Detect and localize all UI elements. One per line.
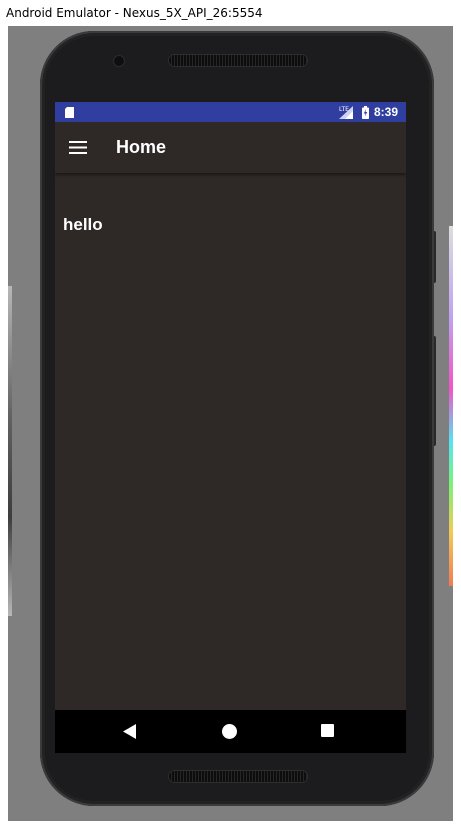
device-screen: LTE 8:39 Home hello (55, 102, 406, 753)
hamburger-menu-icon[interactable] (69, 141, 87, 154)
front-camera (114, 56, 124, 66)
battery-charging-icon (362, 106, 369, 119)
home-icon[interactable] (222, 724, 237, 739)
bottom-speaker-grille (169, 771, 307, 782)
left-edge-glow (8, 286, 12, 616)
page-title: Home (116, 137, 167, 157)
sd-card-icon (65, 107, 74, 118)
status-clock: 8:39 (374, 105, 399, 119)
emulator-window: LTE 8:39 Home hello (0, 26, 461, 831)
recents-icon[interactable] (321, 724, 334, 737)
back-icon[interactable] (123, 724, 136, 739)
system-navigation-bar (55, 710, 406, 753)
emulator-window-title: Android Emulator - Nexus_5X_API_26:5554 (0, 0, 461, 26)
top-speaker-grille (169, 55, 307, 66)
emulator-viewport: LTE 8:39 Home hello (8, 26, 453, 821)
content-text: hello (63, 215, 103, 234)
right-edge-glow (449, 226, 453, 586)
app-toolbar: Home (55, 122, 406, 173)
status-bar: LTE 8:39 (55, 102, 406, 122)
network-type-label: LTE (339, 106, 349, 113)
